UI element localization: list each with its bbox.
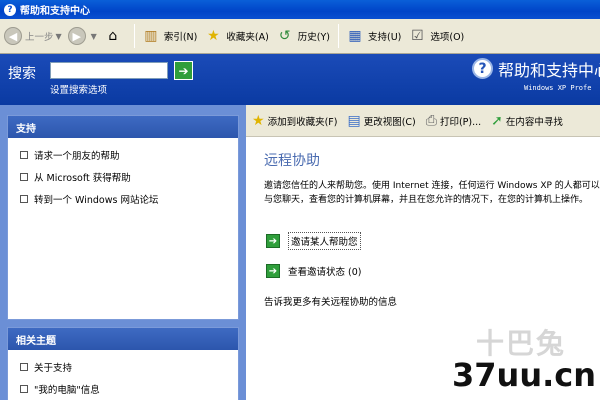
back-label: 上一步 xyxy=(25,32,54,43)
favorites-label: 收藏夹(A) xyxy=(226,32,269,43)
sidebar-item-label: 请求一个朋友的帮助 xyxy=(34,151,120,162)
invite-someone-link[interactable]: ➔ 邀请某人帮助您 xyxy=(266,232,361,250)
sidebar-item-label: 转到一个 Windows 网站论坛 xyxy=(34,195,159,206)
view-invitation-status-label: 查看邀请状态 (0) xyxy=(288,267,362,278)
bullet-icon xyxy=(20,363,28,371)
find-in-content-button[interactable]: ➚ 在内容中寻找 xyxy=(491,113,563,129)
learn-more-link[interactable]: 告诉我更多有关远程协助的信息 xyxy=(264,294,397,308)
search-input[interactable] xyxy=(50,62,168,79)
view-invitation-status-link[interactable]: ➔ 查看邀请状态 (0) xyxy=(266,264,361,278)
page-title: 远程协助 xyxy=(264,153,320,169)
star-icon: ★ xyxy=(207,28,220,44)
related-topics-title: 相关主题 xyxy=(8,328,238,350)
change-view-icon: ▤ xyxy=(347,112,361,129)
arrow-right-icon: ➔ xyxy=(266,264,280,278)
help-icon: ? xyxy=(4,3,16,16)
find-in-content-label: 在内容中寻找 xyxy=(505,116,563,128)
related-topics-panel: 相关主题 关于支持 "我的电脑"信息 xyxy=(7,327,239,400)
sidebar-item-label: "我的电脑"信息 xyxy=(34,385,100,396)
support-icon: ▦ xyxy=(348,28,362,44)
help-icon: ? xyxy=(472,58,493,79)
bullet-icon xyxy=(20,385,28,393)
search-go-button[interactable]: ➔ xyxy=(174,61,193,80)
history-icon: ↺ xyxy=(278,28,291,44)
main-toolbar: ◀ 上一步 ▼ ▶ ▼ ⌂ ▥ 索引(N) ★ 收藏夹(A) ↺ 历史(Y) ▦… xyxy=(0,19,600,54)
window-title: 帮助和支持中心 xyxy=(20,6,90,17)
bullet-icon xyxy=(20,173,28,181)
toolbar-separator xyxy=(133,24,135,48)
book-icon: ▥ xyxy=(144,28,158,44)
change-view-label: 更改视图(C) xyxy=(363,116,416,128)
watermark-site: 37uu.cn xyxy=(452,356,596,394)
index-button[interactable]: ▥ 索引(N) xyxy=(141,23,198,49)
sidebar: 支持 请求一个朋友的帮助 从 Microsoft 获得帮助 转到一个 Windo… xyxy=(0,105,246,400)
chevron-down-icon: ▼ xyxy=(90,31,97,41)
sidebar-item-label: 从 Microsoft 获得帮助 xyxy=(34,173,131,184)
checklist-icon: ☑ xyxy=(411,28,424,44)
content-toolbar: ★ 添加到收藏夹(F) ▤ 更改视图(C) ⎙ 打印(P)... ➚ 在内容中寻… xyxy=(246,105,600,137)
arrow-right-icon: ➔ xyxy=(266,234,280,248)
history-button[interactable]: ↺ 历史(Y) xyxy=(275,23,330,49)
toolbar-separator xyxy=(338,24,339,48)
add-favorites-label: 添加到收藏夹(F) xyxy=(267,116,338,128)
sidebar-item-label: 关于支持 xyxy=(34,363,73,374)
favorites-button[interactable]: ★ 收藏夹(A) xyxy=(203,23,269,49)
arrow-right-icon: ➔ xyxy=(178,63,189,78)
find-arrow-icon: ➚ xyxy=(491,112,503,129)
support-button[interactable]: ▦ 支持(U) xyxy=(345,23,401,49)
search-options-link[interactable]: 设置搜索选项 xyxy=(50,82,107,96)
sidebar-item-about-support[interactable]: 关于支持 xyxy=(8,356,238,378)
options-button[interactable]: ☑ 选项(O) xyxy=(407,23,464,49)
back-arrow-icon: ◀ xyxy=(4,27,22,45)
brand-title: 帮助和支持中心 xyxy=(498,61,600,80)
history-label: 历史(Y) xyxy=(297,32,330,43)
add-favorites-button[interactable]: ★ 添加到收藏夹(F) xyxy=(252,113,337,129)
search-label: 搜索 xyxy=(8,66,36,82)
change-view-button[interactable]: ▤ 更改视图(C) xyxy=(347,113,415,129)
index-label: 索引(N) xyxy=(163,32,198,43)
home-button[interactable]: ⌂ xyxy=(103,23,126,49)
sidebar-item-my-computer-info[interactable]: "我的电脑"信息 xyxy=(8,378,238,400)
forward-arrow-icon: ▶ xyxy=(67,27,86,45)
invite-someone-label: 邀请某人帮助您 xyxy=(288,232,361,250)
support-panel: 支持 请求一个朋友的帮助 从 Microsoft 获得帮助 转到一个 Windo… xyxy=(7,115,239,320)
brand-subtitle: Windows XP Profe xyxy=(524,84,592,92)
title-bar: ? 帮助和支持中心 xyxy=(0,0,600,19)
print-label: 打印(P)... xyxy=(439,116,482,128)
back-button[interactable]: ◀ 上一步 ▼ xyxy=(4,23,62,49)
sidebar-item-forum[interactable]: 转到一个 Windows 网站论坛 xyxy=(8,188,238,210)
forward-button[interactable]: ▶ ▼ xyxy=(67,23,97,49)
printer-icon: ⎙ xyxy=(425,112,437,129)
options-label: 选项(O) xyxy=(430,32,465,43)
page-description: 邀请您信任的人来帮助您。使用 Internet 连接，任何运行 Windows … xyxy=(264,181,600,205)
bullet-icon xyxy=(20,151,28,159)
star-icon: ★ xyxy=(252,112,265,129)
print-button[interactable]: ⎙ 打印(P)... xyxy=(426,113,481,129)
bullet-icon xyxy=(20,195,28,203)
search-band: 搜索 ➔ 设置搜索选项 ? 帮助和支持中心 Windows XP Profe xyxy=(0,54,600,105)
sidebar-item-microsoft-help[interactable]: 从 Microsoft 获得帮助 xyxy=(8,166,238,188)
support-label: 支持(U) xyxy=(368,32,402,43)
chevron-down-icon: ▼ xyxy=(55,31,62,41)
home-icon: ⌂ xyxy=(108,28,118,44)
sidebar-item-ask-friend[interactable]: 请求一个朋友的帮助 xyxy=(8,144,238,166)
support-panel-title: 支持 xyxy=(8,116,238,138)
